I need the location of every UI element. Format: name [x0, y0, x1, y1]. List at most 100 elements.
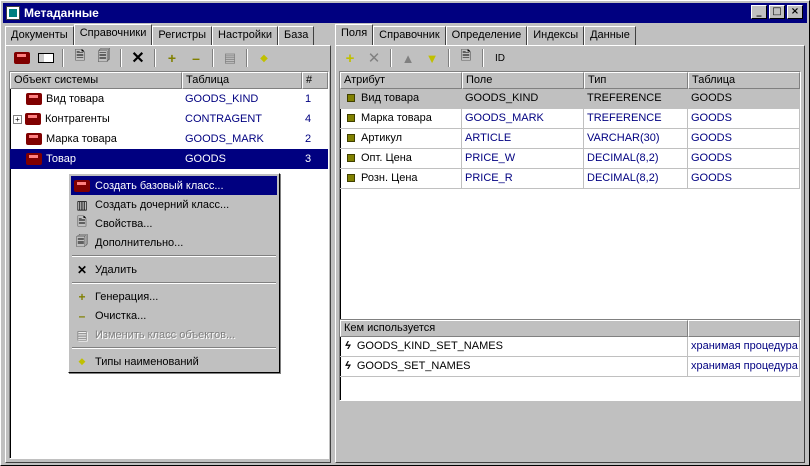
- window-title: Метаданные: [24, 6, 99, 20]
- table-name: GOODS_KIND: [185, 93, 259, 105]
- delete-button[interactable]: ✕: [127, 48, 149, 68]
- field-row[interactable]: Розн. Цена PRICE_R DECIMAL(8,2) GOODS: [340, 168, 800, 189]
- generate-button[interactable]: +: [161, 48, 183, 68]
- col-num[interactable]: #: [302, 72, 328, 89]
- lightning-icon: ϟ: [345, 339, 351, 352]
- change-class-button[interactable]: ▤: [219, 48, 241, 68]
- properties-button[interactable]: 🗎: [69, 48, 91, 68]
- menu-properties[interactable]: 🗎 Свойства...: [71, 214, 277, 233]
- table-icon: ▥: [76, 197, 88, 212]
- usage-grid: Кем используется ϟ GOODS_KIND_SET_NAMES х…: [339, 319, 801, 401]
- move-down-button[interactable]: ▼: [421, 48, 443, 68]
- field-type: TREFERENCE: [584, 88, 688, 109]
- tab-data[interactable]: Данные: [584, 26, 636, 45]
- close-button[interactable]: ×: [787, 5, 803, 19]
- menu-create-child-class[interactable]: ▥ Создать дочерний класс...: [71, 195, 277, 214]
- toolbar-separator: [62, 49, 64, 67]
- col-table[interactable]: Таблица: [182, 72, 302, 89]
- field-row[interactable]: Опт. Цена PRICE_W DECIMAL(8,2) GOODS: [340, 148, 800, 169]
- lightning-icon: ϟ: [345, 359, 351, 372]
- id-label: ID: [495, 52, 505, 64]
- field-name: ARTICLE: [462, 128, 584, 149]
- additional-icon: 🗐: [97, 48, 111, 63]
- menu-name-types[interactable]: ◆ Типы наименований: [71, 352, 277, 371]
- menu-label: Создать базовый класс...: [95, 179, 224, 192]
- field-row[interactable]: Артикул ARTICLE VARCHAR(30) GOODS: [340, 128, 800, 149]
- col-field[interactable]: Поле: [462, 72, 584, 89]
- table-icon: [38, 53, 54, 63]
- usage-row[interactable]: ϟ GOODS_SET_NAMES хранимая процедура: [340, 356, 800, 377]
- toolbar-separator: [246, 49, 248, 67]
- object-num: 3: [305, 153, 312, 165]
- col-object[interactable]: Объект системы: [10, 72, 182, 89]
- tree-row-selected[interactable]: Товар GOODS 3: [10, 149, 328, 169]
- menu-delete[interactable]: ✕ Удалить: [71, 260, 277, 279]
- field-name: GOODS_KIND: [462, 88, 584, 109]
- book-icon: [26, 93, 42, 106]
- menu-label: Очистка...: [95, 309, 147, 322]
- col-table[interactable]: Таблица: [688, 72, 800, 89]
- clear-button[interactable]: –: [185, 48, 207, 68]
- field-icon: [347, 133, 355, 142]
- create-child-class-button[interactable]: [35, 48, 57, 68]
- book-icon: [74, 180, 90, 193]
- tree-row[interactable]: Вид товара GOODS_KIND 1: [10, 89, 328, 109]
- create-class-button[interactable]: [11, 48, 33, 68]
- col-type[interactable]: Тип: [584, 72, 688, 89]
- field-row[interactable]: Вид товара GOODS_KIND TREFERENCE GOODS: [340, 88, 800, 109]
- move-up-button[interactable]: ▲: [397, 48, 419, 68]
- tab-database[interactable]: База: [277, 26, 315, 45]
- tab-definition[interactable]: Определение: [445, 26, 528, 45]
- tab-indexes[interactable]: Индексы: [527, 26, 585, 45]
- menu-clear[interactable]: – Очистка...: [71, 306, 277, 325]
- delete-field-button[interactable]: ✕: [363, 48, 385, 68]
- field-icon: [347, 173, 355, 182]
- book-icon: [14, 52, 30, 64]
- col-attribute[interactable]: Атрибут: [340, 72, 462, 89]
- table-name: GOODS_MARK: [185, 133, 264, 145]
- col-used-by[interactable]: Кем используется: [340, 320, 688, 337]
- attr-name: Марка товара: [361, 111, 432, 124]
- menu-generate[interactable]: + Генерация...: [71, 287, 277, 306]
- usage-row[interactable]: ϟ GOODS_KIND_SET_NAMES хранимая процедура: [340, 336, 800, 357]
- delete-icon: ✕: [76, 262, 88, 277]
- tab-registers[interactable]: Регистры: [152, 26, 213, 45]
- menu-additional[interactable]: 🗐 Дополнительно...: [71, 233, 277, 252]
- tab-catalogs[interactable]: Справочники: [73, 24, 153, 45]
- fields-grid: Атрибут Поле Тип Таблица Вид товара GOOD…: [339, 71, 801, 339]
- tab-fields[interactable]: Поля: [335, 24, 374, 45]
- add-field-button[interactable]: +: [339, 48, 361, 68]
- maximize-button[interactable]: □: [769, 5, 785, 19]
- attr-name: Артикул: [361, 131, 403, 144]
- field-properties-button[interactable]: 🗎: [455, 48, 477, 68]
- tab-documents[interactable]: Документы: [5, 26, 74, 45]
- field-row[interactable]: Марка товара GOODS_MARK TREFERENCE GOODS: [340, 108, 800, 129]
- id-button[interactable]: ID: [489, 48, 511, 68]
- object-name: Вид товара: [46, 92, 105, 105]
- minimize-button[interactable]: _: [751, 5, 767, 19]
- right-pane: Поля Справочник Определение Индексы Данн…: [335, 24, 805, 463]
- tree-row[interactable]: + Контрагенты CONTRAGENT 4: [10, 109, 328, 129]
- right-toolbar: + ✕ ▲ ▼ 🗎 ID: [339, 47, 511, 69]
- additional-button[interactable]: 🗐: [93, 48, 115, 68]
- object-num: 1: [305, 93, 312, 105]
- name-types-button[interactable]: ◆: [253, 48, 275, 68]
- arrow-up-icon: ▲: [401, 50, 415, 66]
- col-kind[interactable]: [688, 320, 800, 337]
- delete-icon: ✕: [131, 50, 145, 67]
- toolbar-separator: [212, 49, 214, 67]
- menu-label: Изменить класс объектов...: [95, 328, 236, 341]
- menu-create-base-class[interactable]: Создать базовый класс...: [71, 176, 277, 195]
- usage-name: GOODS_SET_NAMES: [356, 359, 471, 372]
- tab-catalog[interactable]: Справочник: [373, 26, 446, 45]
- properties-icon: 🗎: [77, 215, 87, 229]
- title-bar[interactable]: Метаданные _ □ ×: [3, 3, 807, 23]
- tab-settings[interactable]: Настройки: [212, 26, 278, 45]
- app-icon: [6, 6, 20, 20]
- delete-icon: ✕: [367, 50, 381, 67]
- tree-row[interactable]: Марка товара GOODS_MARK 2: [10, 129, 328, 149]
- properties-icon: 🗎: [74, 48, 86, 63]
- plus-icon: +: [345, 49, 355, 67]
- field-icon: [347, 93, 355, 102]
- expand-icon[interactable]: +: [13, 114, 22, 124]
